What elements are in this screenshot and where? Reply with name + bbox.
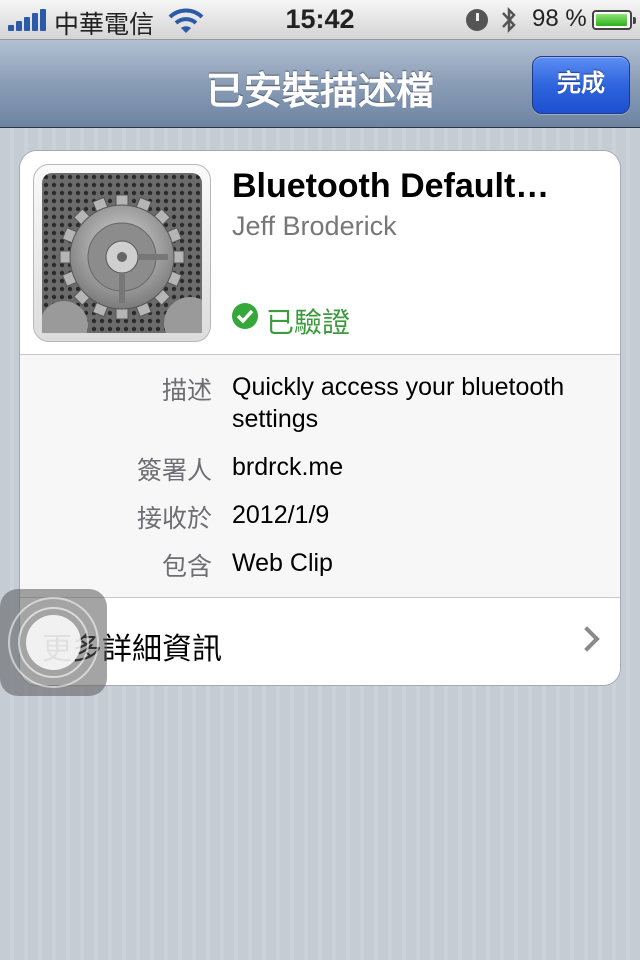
detail-value-description: Quickly access your bluetooth settings xyxy=(232,373,565,433)
battery-percent: 98 % xyxy=(532,5,587,32)
detail-label-signed-by: 簽署人 xyxy=(136,457,212,485)
verified-label: 已驗證 xyxy=(266,307,351,338)
detail-value-contains: Web Clip xyxy=(232,549,333,577)
checkmark-icon xyxy=(232,303,258,329)
bluetooth-icon xyxy=(502,6,516,34)
battery-icon xyxy=(592,10,636,30)
detail-label-contains: 包含 xyxy=(161,553,212,581)
assistive-touch-button[interactable] xyxy=(0,589,107,696)
profile-header: Bluetooth Default… Jeff Broderick 已驗證 xyxy=(20,151,620,355)
detail-value-received: 2012/1/9 xyxy=(232,501,330,529)
done-button[interactable]: 完成 xyxy=(532,56,630,114)
profile-publisher: Jeff Broderick xyxy=(232,211,397,241)
chevron-right-icon xyxy=(574,626,600,652)
profile-card: Bluetooth Default… Jeff Broderick 已驗證 描述… xyxy=(19,150,621,686)
profile-details: 描述 Quickly access your bluetooth setting… xyxy=(20,355,620,597)
alarm-icon xyxy=(466,9,488,31)
assistive-touch-core xyxy=(26,615,81,670)
detail-label-description: 描述 xyxy=(161,377,212,405)
battery-fill xyxy=(596,14,628,26)
more-details-row[interactable]: 更多詳細資訊 xyxy=(20,598,620,685)
profile-name: Bluetooth Default… xyxy=(232,167,550,205)
detail-label-received: 接收於 xyxy=(136,505,212,533)
detail-value-signed-by: brdrck.me xyxy=(232,453,344,481)
status-bar: 中華電信 15:42 98 % xyxy=(0,0,640,40)
navigation-bar: 已安裝描述檔 完成 xyxy=(0,40,640,128)
settings-gear-icon xyxy=(33,164,211,342)
